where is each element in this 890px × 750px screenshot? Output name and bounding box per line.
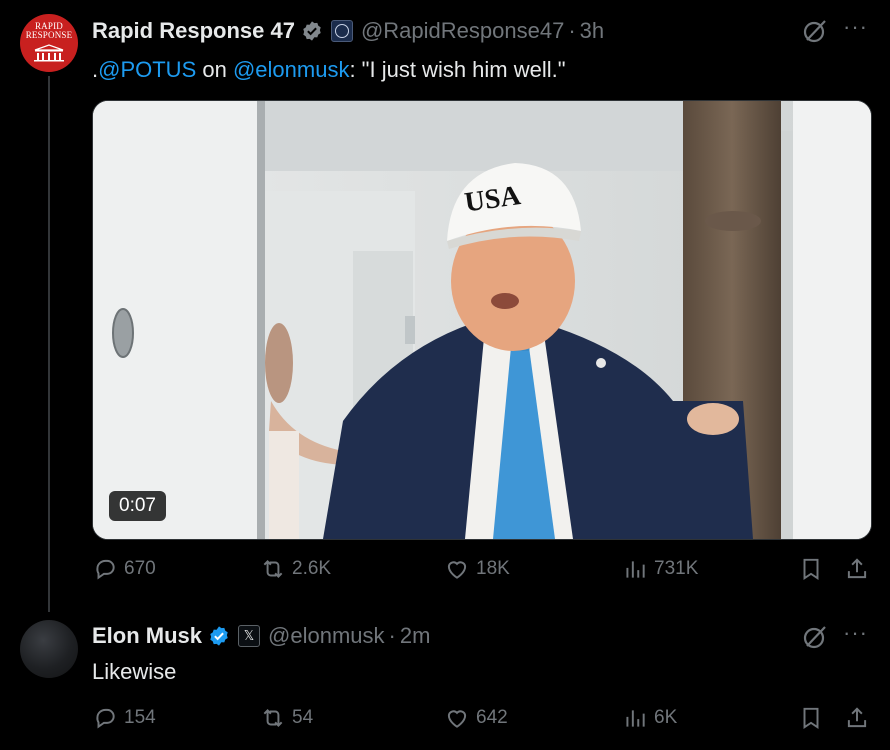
views-button[interactable]: 731K <box>622 556 698 582</box>
view-count: 731K <box>654 558 699 579</box>
like-button[interactable]: 18K <box>444 556 510 582</box>
reply-button[interactable]: 154 <box>92 705 156 731</box>
video-duration: 0:07 <box>109 491 166 521</box>
reply-button[interactable]: 670 <box>92 556 156 582</box>
tweet-header: Elon Musk 𝕏 @elonmusk · 2m <box>92 623 430 649</box>
tweet-actions: 670 2.6K 18K 731K <box>92 556 870 586</box>
bookmark-icon <box>803 707 819 730</box>
display-name[interactable]: Elon Musk <box>92 623 202 649</box>
like-count: 642 <box>476 707 508 728</box>
avatar-logo-text: RESPONSE <box>25 30 73 40</box>
repost-count: 54 <box>292 707 314 728</box>
avatar[interactable] <box>20 620 78 678</box>
tweet-header: Rapid Response 47 @RapidResponse47 · 3h <box>92 18 604 44</box>
reply-count: 154 <box>124 707 156 728</box>
share-button[interactable] <box>844 556 870 582</box>
share-icon <box>847 707 867 728</box>
grok-icon[interactable] <box>802 624 828 650</box>
like-icon <box>447 561 467 579</box>
user-handle[interactable]: @elonmusk <box>268 623 385 649</box>
timestamp[interactable]: 3h <box>580 18 604 44</box>
share-button[interactable] <box>844 705 870 731</box>
reply-icon <box>96 559 115 580</box>
white-house-logo-icon <box>34 44 64 62</box>
thread-connector-line <box>48 76 50 612</box>
share-icon <box>847 558 867 579</box>
separator-dot: · <box>388 623 396 648</box>
more-icon[interactable]: ··· <box>843 620 868 646</box>
video-player[interactable]: USA 0:07 <box>92 100 872 540</box>
text-suffix: : "I just wish him well." <box>349 57 566 82</box>
bookmark-button[interactable] <box>798 705 824 731</box>
view-count: 6K <box>654 707 678 728</box>
mention-link[interactable]: @elonmusk <box>233 57 350 82</box>
repost-button[interactable]: 2.6K <box>260 556 331 582</box>
repost-button[interactable]: 54 <box>260 705 313 731</box>
mention-link[interactable]: @POTUS <box>98 57 196 82</box>
tweet-actions: 154 54 642 6K <box>92 705 870 735</box>
repost-count: 2.6K <box>292 558 332 579</box>
video-thumbnail: USA <box>93 101 871 539</box>
more-icon[interactable]: ··· <box>843 14 868 40</box>
avatar[interactable]: RAPID RESPONSE <box>20 14 78 72</box>
bookmark-button[interactable] <box>798 556 824 582</box>
views-icon <box>626 561 645 578</box>
seal-icon <box>334 24 349 38</box>
affiliation-badge[interactable]: 𝕏 <box>238 625 261 647</box>
verified-badge-icon <box>303 21 321 41</box>
grok-icon[interactable] <box>802 18 828 44</box>
repost-icon <box>263 709 283 727</box>
verified-badge-icon <box>210 626 228 646</box>
separator-dot: · <box>568 18 576 43</box>
like-count: 18K <box>476 558 510 579</box>
views-icon <box>626 710 645 727</box>
tweet-text: .@POTUS on @elonmusk: "I just wish him w… <box>92 56 566 84</box>
like-icon <box>447 710 467 728</box>
timestamp[interactable]: 2m <box>400 623 431 649</box>
repost-icon <box>263 560 283 578</box>
reply-count: 670 <box>124 558 156 579</box>
views-button[interactable]: 6K <box>622 705 677 731</box>
reply-icon <box>96 708 115 729</box>
text-middle: on <box>196 57 233 82</box>
bookmark-icon <box>803 558 819 581</box>
display-name[interactable]: Rapid Response 47 <box>92 18 295 44</box>
tweet-text: Likewise <box>92 659 177 684</box>
affiliation-badge[interactable] <box>330 20 353 42</box>
like-button[interactable]: 642 <box>444 705 508 731</box>
user-handle[interactable]: @RapidResponse47 <box>361 18 564 44</box>
